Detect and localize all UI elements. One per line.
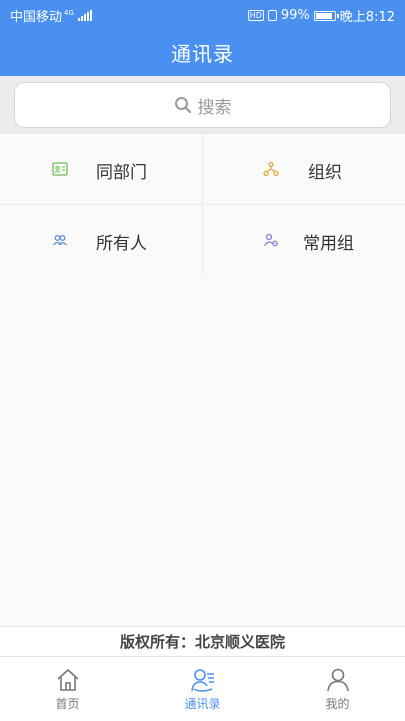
org-tree-icon (263, 161, 279, 177)
people-icon (53, 235, 67, 246)
menu-item-frequent-groups[interactable]: 常用组 (203, 205, 405, 275)
battery-icon (313, 10, 339, 21)
page-title: 通讯录 (171, 41, 234, 66)
tab-home[interactable]: 首页 (0, 657, 135, 721)
carrier-name: 中国移动 (10, 10, 63, 25)
group-settings-icon (264, 233, 278, 247)
search-input[interactable]: 搜索 (14, 82, 391, 128)
bottom-tab-bar: 首页 通讯录 我的 (0, 656, 405, 721)
search-icon (174, 97, 191, 114)
search-placeholder: 搜索 (197, 97, 232, 118)
tab-label: 首页 (55, 697, 80, 711)
hd-icon: HD (247, 10, 264, 21)
profile-icon (327, 668, 349, 692)
home-icon (57, 669, 79, 691)
tab-mine[interactable]: 我的 (270, 657, 405, 721)
signal-icon (77, 10, 92, 21)
menu-item-label: 组织 (308, 163, 342, 183)
network-type: 4G (64, 8, 74, 17)
search-area: 搜索 (0, 76, 405, 134)
menu-item-same-department[interactable]: 同部门 (0, 134, 202, 204)
battery-percent: 99% (280, 8, 310, 23)
menu-item-label: 所有人 (96, 234, 147, 254)
menu-item-everyone[interactable]: 所有人 (0, 205, 202, 275)
copyright-text: 版权所有：北京顺义医院 (0, 626, 405, 657)
app-header: 通讯录 (0, 28, 405, 76)
vibrate-icon (267, 10, 277, 21)
status-bar: 中国移动 4G HD 99% 晚上8:12 (0, 0, 405, 28)
menu-item-label: 常用组 (303, 234, 354, 254)
empty-content-area (0, 274, 405, 626)
grid-divider-horizontal (0, 204, 405, 205)
contacts-menu-grid: 同部门 组织 所有人 常用组 (0, 134, 405, 274)
tab-label: 我的 (325, 697, 350, 711)
tab-contacts[interactable]: 通讯录 (135, 657, 270, 721)
menu-item-organization[interactable]: 组织 (203, 134, 405, 204)
clock-time: 晚上8:12 (339, 10, 395, 25)
menu-item-label: 同部门 (96, 163, 147, 183)
status-right: HD 99% 晚上8:12 (247, 6, 395, 25)
contacts-icon (191, 669, 214, 692)
tab-label: 通讯录 (184, 697, 221, 711)
contact-card-icon (52, 162, 68, 176)
status-left: 中国移动 4G (10, 6, 92, 25)
